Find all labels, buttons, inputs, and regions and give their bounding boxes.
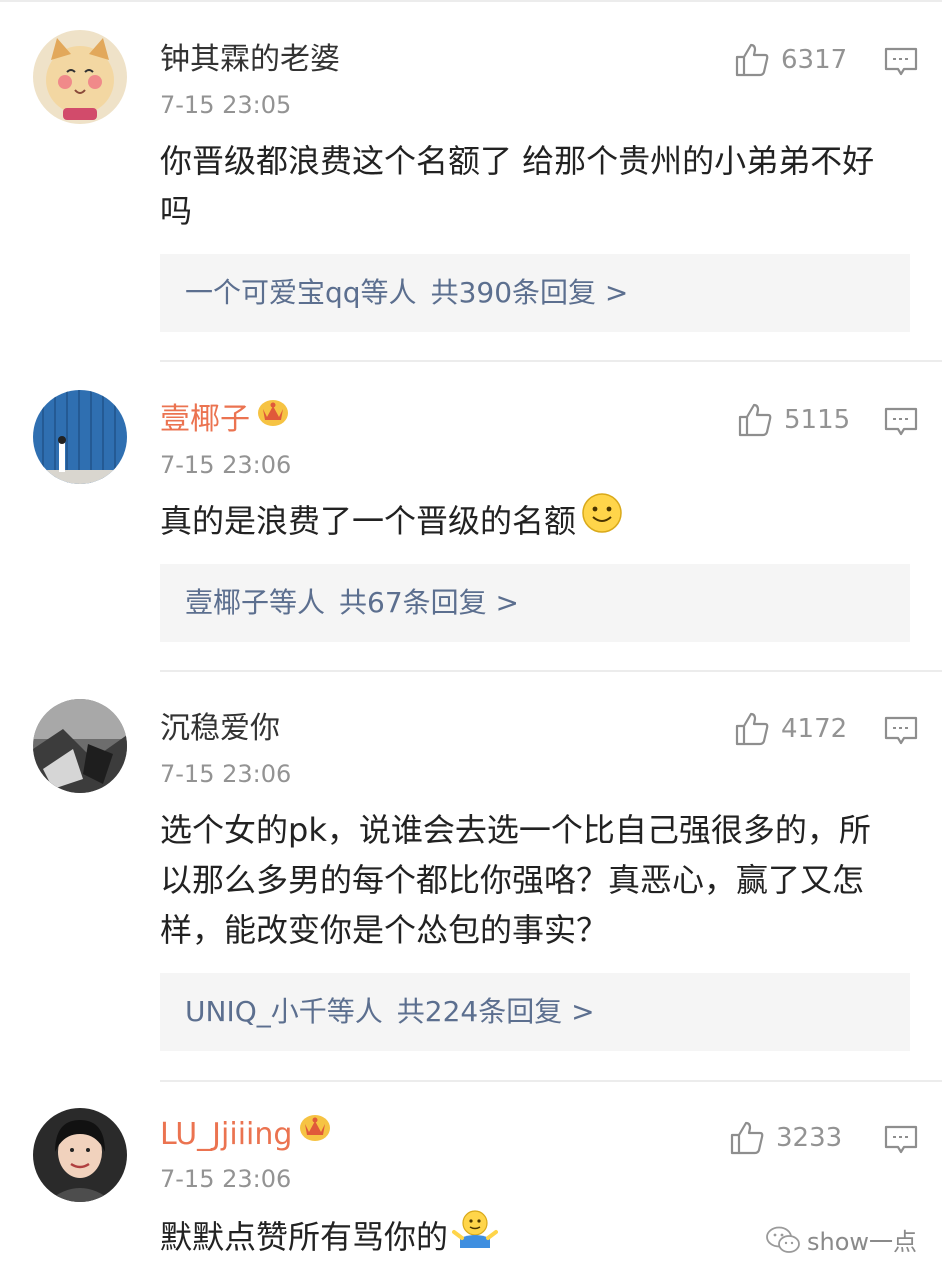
thumbs-up-icon bbox=[735, 712, 769, 746]
replies-link[interactable]: UNIQ_小千等人 共224条回复 > bbox=[160, 973, 910, 1051]
reply-count: 共67条回复 > bbox=[339, 586, 520, 619]
thumbs-up-icon bbox=[730, 1121, 764, 1155]
vip-crown-icon bbox=[256, 397, 290, 438]
reply-users: 一个可爱宝qq等人 bbox=[185, 276, 417, 309]
comment-username[interactable]: 沉稳爱你 bbox=[160, 709, 280, 749]
comment-text-body: 默默点赞所有骂你的 bbox=[160, 1218, 449, 1256]
reply-count: 共224条回复 > bbox=[396, 995, 595, 1028]
like-button[interactable]: 4172 bbox=[735, 709, 847, 749]
comment-text: 选个女的pk，说谁会去选一个比自己强很多的，所以那么多男的每个都比你强咯？真恶心… bbox=[160, 811, 871, 949]
comment-text: 你晋级都浪费这个名额了 给那个贵州的小弟弟不好吗 bbox=[160, 142, 875, 230]
comment-time: 7-15 23:06 bbox=[160, 1165, 292, 1193]
divider bbox=[160, 1080, 942, 1082]
reply-users: UNIQ_小千等人 bbox=[185, 995, 383, 1028]
watermark-text: show一点 bbox=[807, 1228, 918, 1256]
username-text: 壹椰子 bbox=[160, 402, 250, 437]
comment-username[interactable]: 壹椰子 bbox=[160, 400, 290, 440]
avatar[interactable] bbox=[33, 30, 127, 124]
reply-button[interactable] bbox=[884, 1124, 918, 1156]
thumbs-up-icon bbox=[735, 43, 769, 77]
comment-text-body: 真的是浪费了一个晋级的名额 bbox=[160, 502, 577, 540]
divider bbox=[160, 360, 942, 362]
like-count: 5115 bbox=[784, 405, 851, 435]
reply-button[interactable] bbox=[884, 46, 918, 78]
like-button[interactable]: 3233 bbox=[730, 1118, 842, 1158]
reply-button[interactable] bbox=[884, 715, 918, 747]
like-button[interactable]: 6317 bbox=[735, 40, 847, 80]
shrug-emoji-icon bbox=[452, 1208, 499, 1264]
comment-time: 7-15 23:05 bbox=[160, 91, 292, 119]
avatar[interactable] bbox=[33, 699, 127, 793]
vip-crown-icon bbox=[298, 1112, 332, 1153]
comment-username[interactable]: LU_Jjiiing bbox=[160, 1115, 332, 1155]
comment-username[interactable]: 钟其霖的老婆 bbox=[160, 40, 340, 80]
watermark: show一点 bbox=[765, 1222, 917, 1257]
thumbs-up-icon bbox=[738, 403, 772, 437]
avatar[interactable] bbox=[33, 390, 127, 484]
divider bbox=[0, 0, 942, 2]
reply-count: 共390条回复 > bbox=[430, 276, 629, 309]
comment-list: 钟其霖的老婆 7-15 23:05 6317 你晋级都浪费这个名额了 给那个贵州… bbox=[0, 0, 942, 1280]
like-count: 6317 bbox=[781, 45, 848, 75]
username-text: LU_Jjiiing bbox=[160, 1117, 293, 1152]
reply-users: 壹椰子等人 bbox=[185, 586, 326, 619]
reply-button[interactable] bbox=[884, 406, 918, 438]
replies-link[interactable]: 一个可爱宝qq等人 共390条回复 > bbox=[160, 254, 910, 332]
smile-emoji-icon bbox=[580, 491, 624, 549]
avatar[interactable] bbox=[33, 1108, 127, 1202]
like-button[interactable]: 5115 bbox=[738, 400, 850, 440]
comment-icon bbox=[884, 716, 918, 745]
comment-icon bbox=[884, 47, 918, 76]
comment-time: 7-15 23:06 bbox=[160, 760, 292, 788]
comment-time: 7-15 23:06 bbox=[160, 451, 292, 479]
comment-text: 真的是浪费了一个晋级的名额 bbox=[160, 493, 900, 549]
divider bbox=[160, 670, 942, 672]
comment-icon bbox=[884, 407, 918, 436]
replies-link[interactable]: 壹椰子等人 共67条回复 > bbox=[160, 564, 910, 642]
comment-icon bbox=[884, 1125, 918, 1154]
wechat-icon bbox=[766, 1226, 800, 1253]
like-count: 3233 bbox=[776, 1123, 843, 1153]
like-count: 4172 bbox=[781, 714, 848, 744]
